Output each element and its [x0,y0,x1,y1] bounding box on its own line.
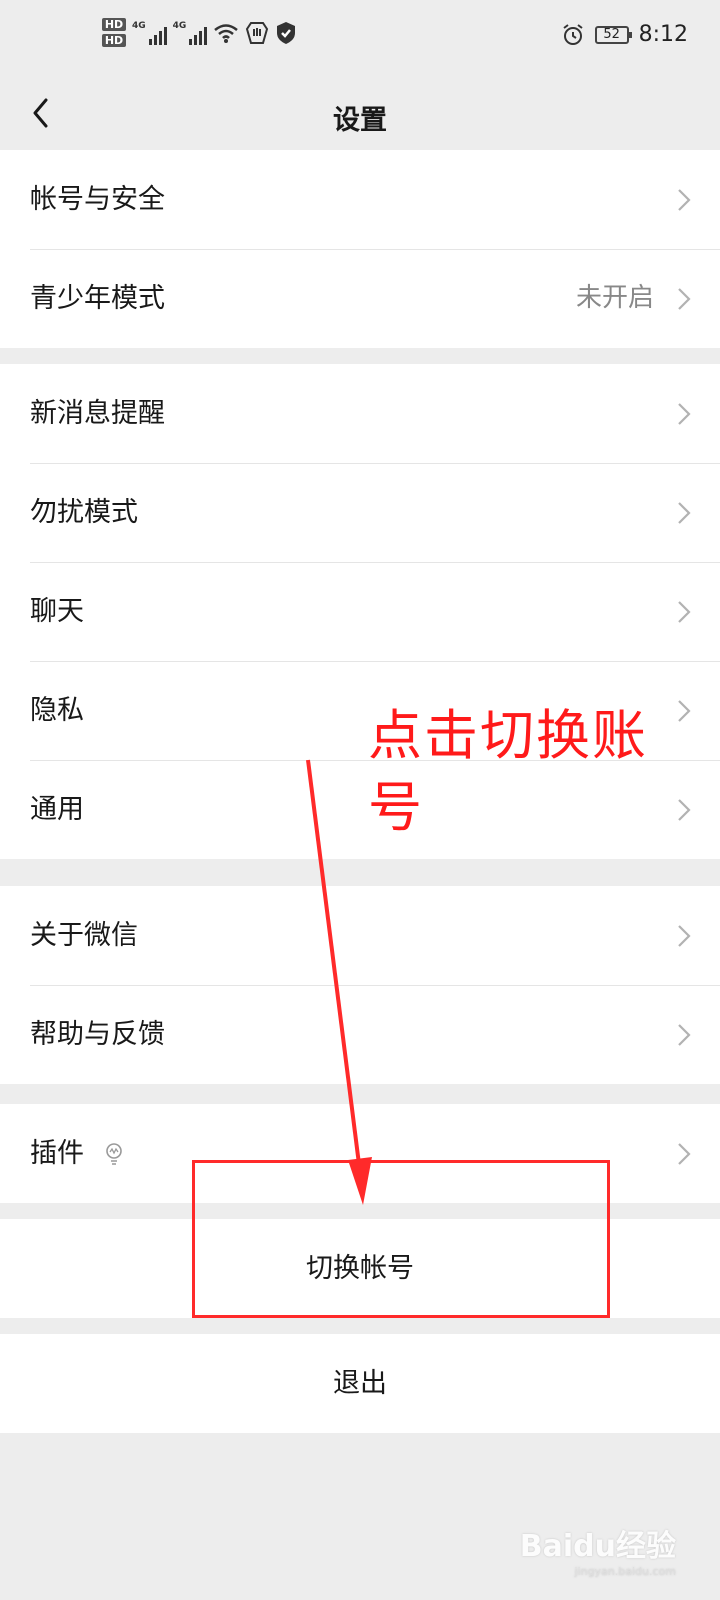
settings-item-label: 帮助与反馈 [30,1019,165,1050]
hd-indicators: HD HD [102,18,126,47]
wifi-icon [214,23,239,43]
alarm-icon [562,23,583,45]
settings-group-about: 关于微信 帮助与反馈 [0,886,720,1084]
page-title: 设置 [333,105,387,136]
logout-button[interactable]: 退出 [0,1334,720,1433]
signal-2-icon: 4G [173,21,208,45]
settings-item-account-security[interactable]: 帐号与安全 [0,150,720,249]
status-bar: HD HD 4G 4G 52 8:12 [0,0,720,80]
settings-item-label: 聊天 [30,596,84,627]
battery-icon: 52 [594,25,632,44]
settings-item-label: 勿扰模式 [30,497,138,528]
shield-check-icon [277,21,296,44]
chevron-right-icon [678,403,691,425]
status-right: 52 8:12 [561,22,688,47]
settings-item-label: 新消息提醒 [30,398,165,429]
chevron-right-icon [678,1143,691,1165]
battery-level: 52 [603,27,620,42]
settings-item-label: 隐私 [30,695,84,726]
chevron-right-icon [678,601,691,623]
settings-item-teen-mode[interactable]: 青少年模式 未开启 [0,249,720,348]
watermark-text: Baidu经验 [519,1529,676,1564]
watermark-sub: jingyan.baidu.com [574,1565,676,1578]
settings-item-label: 通用 [30,794,84,825]
hd2-badge: HD [102,34,126,47]
settings-item-label: 帐号与安全 [30,184,165,215]
settings-item-label: 插件 [30,1138,84,1169]
baidu-watermark: Baidu经验 jingyan.baidu.com [520,1521,676,1578]
chevron-right-icon [678,1024,691,1046]
settings-item-label: 青少年模式 [30,283,165,314]
hd1-badge: HD [102,18,126,31]
settings-item-do-not-disturb[interactable]: 勿扰模式 [0,463,720,562]
chevron-right-icon [678,288,691,310]
teen-mode-status: 未开启 [575,283,654,313]
settings-group-account: 帐号与安全 青少年模式 未开启 [0,150,720,348]
chevron-right-icon [678,925,691,947]
chevron-right-icon [678,189,691,211]
clock-time: 8:12 [638,22,688,47]
settings-item-notifications[interactable]: 新消息提醒 [0,364,720,463]
annotation-highlight-box [192,1160,610,1318]
settings-item-help-feedback[interactable]: 帮助与反馈 [0,985,720,1084]
signal-1-icon: 4G [132,21,167,45]
settings-item-about-wechat[interactable]: 关于微信 [0,886,720,985]
settings-item-label: 关于微信 [30,920,138,951]
chevron-right-icon [678,502,691,524]
settings-item-chat[interactable]: 聊天 [0,562,720,661]
hand-shield-icon [246,21,269,44]
annotation-text: 点击切换账号 [368,704,648,839]
nav-bar: 设置 [0,80,720,150]
lightbulb-icon [106,1143,122,1165]
status-left: HD HD 4G 4G [102,18,297,47]
